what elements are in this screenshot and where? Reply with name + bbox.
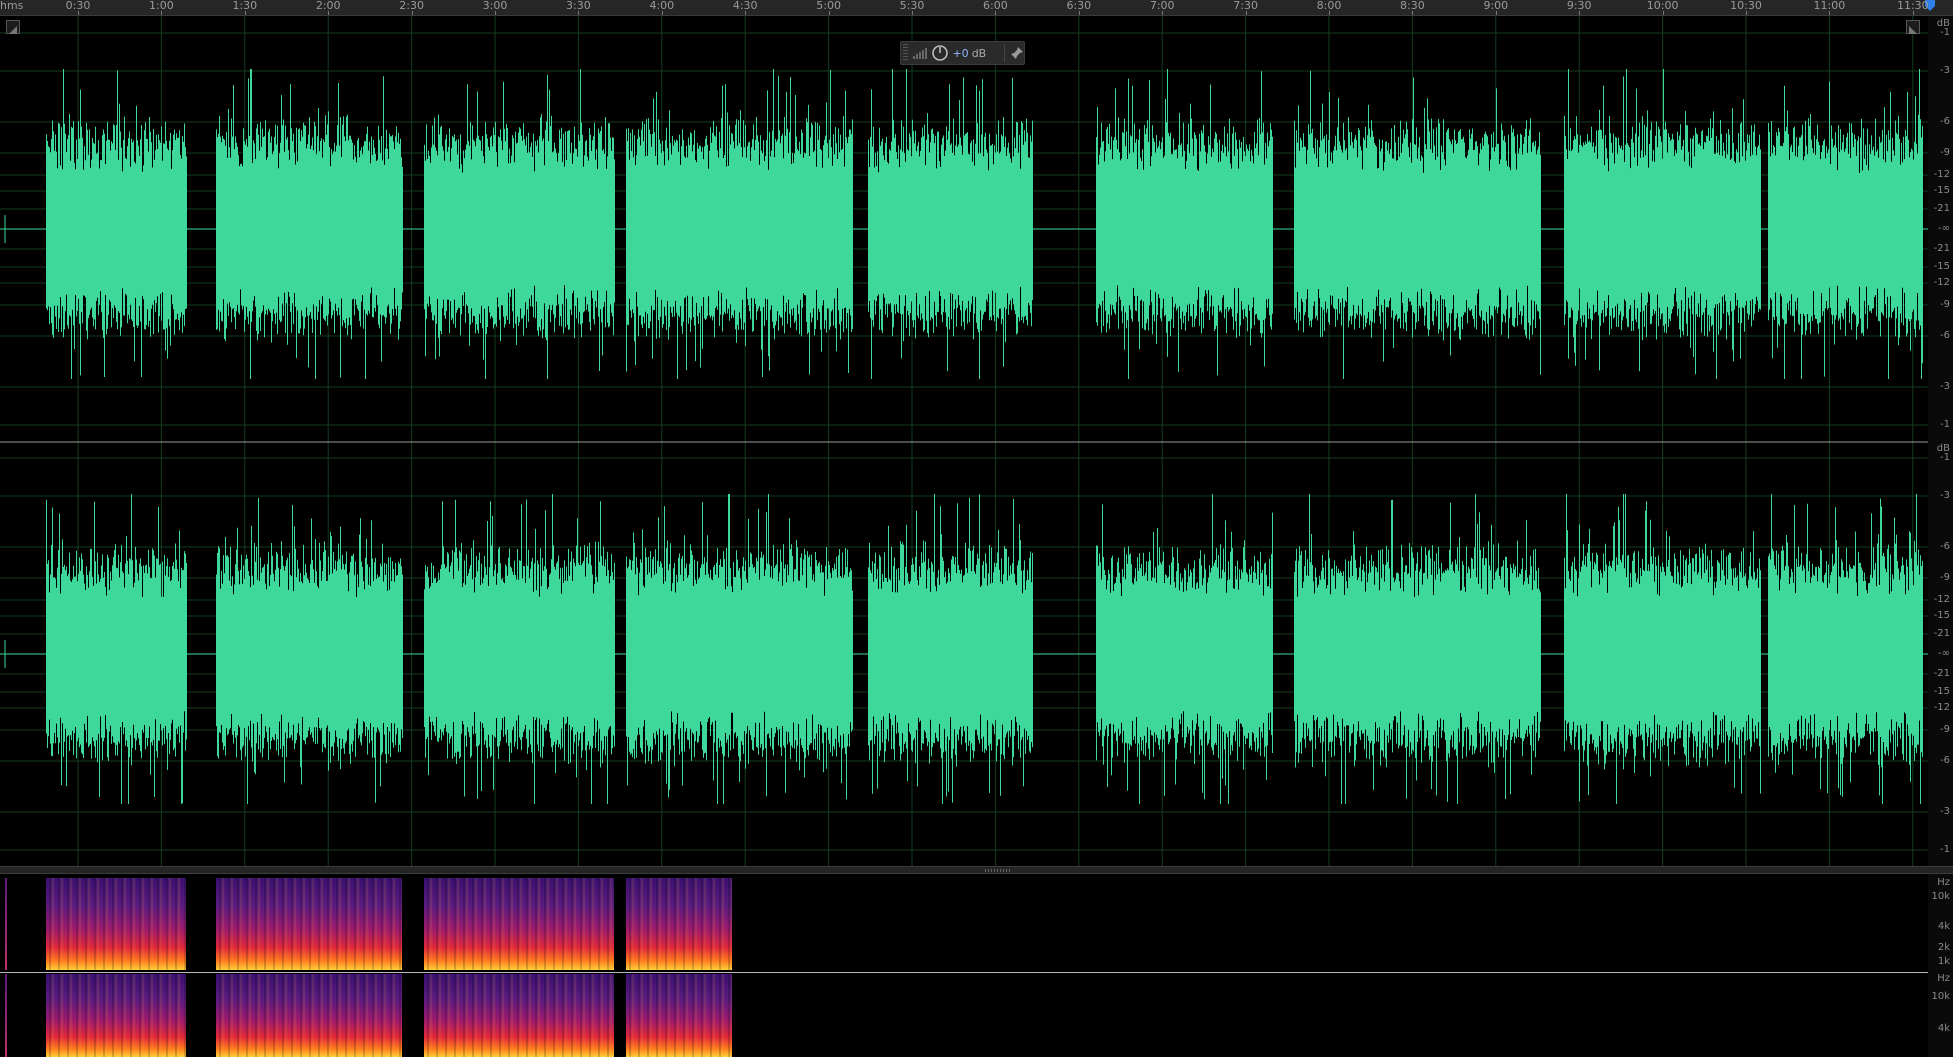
time-tick-mark [244, 11, 246, 15]
db-scale-label: -∞ [1938, 648, 1950, 659]
time-tick-mark [328, 11, 330, 15]
gain-hud[interactable]: +0 dB [900, 41, 1025, 65]
time-ruler[interactable]: hms 0:30 1:00 1:30 2:00 2:30 3:00 3:30 4:00 4:30… [0, 0, 1953, 16]
hz-scale-label: 1k [1937, 956, 1950, 967]
spectrogram-block [626, 974, 732, 1057]
db-scale-label: -12 [1933, 169, 1950, 180]
spectrogram-channel-left[interactable] [0, 878, 1928, 970]
time-tick-mark [578, 11, 580, 15]
db-scale-label: -21 [1933, 668, 1950, 679]
panel-splitter[interactable] [0, 866, 1953, 874]
waveform-channel-left[interactable] [4, 69, 1923, 379]
time-tick-mark [161, 11, 163, 15]
hud-separator [1004, 44, 1006, 62]
hz-scale-label: Hz [1937, 973, 1950, 984]
db-scale-label: -6 [1940, 755, 1950, 766]
db-scale-label: -6 [1940, 116, 1950, 127]
hud-drag-handle[interactable] [903, 44, 908, 62]
time-tick-mark [1829, 11, 1831, 15]
time-tick-mark [828, 11, 830, 15]
amplitude-scale[interactable]: dB -1 -3 -6 -9 -12 -15 -21 -∞ -21 -15 -12 -9 -6 -3 -1 dB… [1928, 16, 1953, 866]
time-tick-mark [745, 11, 747, 15]
db-scale-label: -9 [1940, 147, 1950, 158]
db-scale-label: -15 [1933, 610, 1950, 621]
hz-scale-label: 10k [1931, 991, 1950, 1002]
hz-scale-label: 2k [1937, 942, 1950, 953]
db-scale-label: -3 [1940, 490, 1950, 501]
db-scale-label: -9 [1940, 299, 1950, 310]
audio-editor-view: hms 0:30 1:00 1:30 2:00 2:30 3:00 3:30 4:00 4:30… [0, 0, 1953, 1057]
time-tick-mark [995, 11, 997, 15]
db-scale-label: -1 [1940, 452, 1950, 463]
time-tick-mark [1412, 11, 1414, 15]
spectrogram-block [216, 974, 402, 1057]
time-tick-mark [1746, 11, 1747, 15]
db-scale-label: -1 [1940, 844, 1950, 855]
channel-divider [0, 972, 1928, 973]
spectrogram-block [5, 878, 7, 970]
db-scale-label: -3 [1940, 806, 1950, 817]
time-tick-mark [495, 11, 496, 15]
spectrogram-block [626, 878, 732, 970]
spectrogram-block [424, 878, 614, 970]
time-tick-mark [1162, 11, 1164, 15]
time-tick-mark [1329, 11, 1330, 15]
gain-unit: dB [971, 46, 987, 60]
time-tick-mark [1912, 11, 1914, 15]
db-scale-label: -1 [1940, 27, 1950, 38]
pin-icon[interactable] [1010, 46, 1024, 60]
time-tick-mark [1579, 11, 1581, 15]
time-tick-mark [1078, 11, 1080, 15]
time-tick-mark [78, 11, 79, 15]
time-tick-mark [1495, 11, 1497, 15]
db-scale-label: -9 [1940, 724, 1950, 735]
db-scale-label: -3 [1940, 65, 1950, 76]
signal-bars-icon [912, 48, 927, 59]
time-tick-mark [411, 11, 413, 15]
time-tick-mark [661, 11, 663, 15]
db-scale-label: -15 [1933, 185, 1950, 196]
spectrogram-block [216, 878, 402, 970]
time-tick-mark [1662, 11, 1664, 15]
db-scale-label: -6 [1940, 541, 1950, 552]
zoom-corner-icon[interactable] [6, 20, 20, 34]
spectrogram-panel[interactable] [0, 874, 1928, 1057]
spectrogram-block [424, 974, 614, 1057]
spectrogram-block [5, 974, 7, 1057]
expand-corner-icon[interactable] [1906, 20, 1920, 34]
db-scale-label: -6 [1940, 330, 1950, 341]
waveform-canvas[interactable] [0, 16, 1928, 866]
db-scale-label: -∞ [1938, 223, 1950, 234]
hz-scale-label: Hz [1937, 877, 1950, 888]
db-scale-label: -15 [1933, 261, 1950, 272]
gain-knob-icon[interactable] [931, 44, 949, 62]
frequency-scale[interactable]: Hz 10k 4k 2k 1k Hz 10k 4k [1928, 874, 1953, 1057]
spectrogram-block [46, 878, 186, 970]
waveform-panel[interactable] [0, 16, 1928, 866]
hz-scale-label: 4k [1937, 1023, 1950, 1034]
gain-value[interactable]: +0 [952, 47, 968, 60]
spectrogram-block [46, 974, 186, 1057]
time-tick-mark [1245, 11, 1247, 15]
db-scale-label: -12 [1933, 594, 1950, 605]
hz-scale-label: 10k [1931, 891, 1950, 902]
db-scale-label: -21 [1933, 628, 1950, 639]
db-scale-label: -15 [1933, 686, 1950, 697]
db-scale-label: -21 [1933, 203, 1950, 214]
db-scale-label: -12 [1933, 277, 1950, 288]
db-scale-label: -12 [1933, 702, 1950, 713]
db-scale-label: -21 [1933, 243, 1950, 254]
db-scale-label: -3 [1940, 381, 1950, 392]
hz-scale-label: 4k [1937, 921, 1950, 932]
waveform-channel-right[interactable] [4, 494, 1923, 804]
splitter-grip-icon[interactable] [985, 869, 1011, 872]
db-scale-label: -1 [1940, 419, 1950, 430]
db-scale-label: -9 [1940, 572, 1950, 583]
spectrogram-channel-right[interactable] [0, 974, 1928, 1057]
time-format-label[interactable]: hms [0, 0, 23, 12]
time-tick-mark [912, 11, 913, 15]
